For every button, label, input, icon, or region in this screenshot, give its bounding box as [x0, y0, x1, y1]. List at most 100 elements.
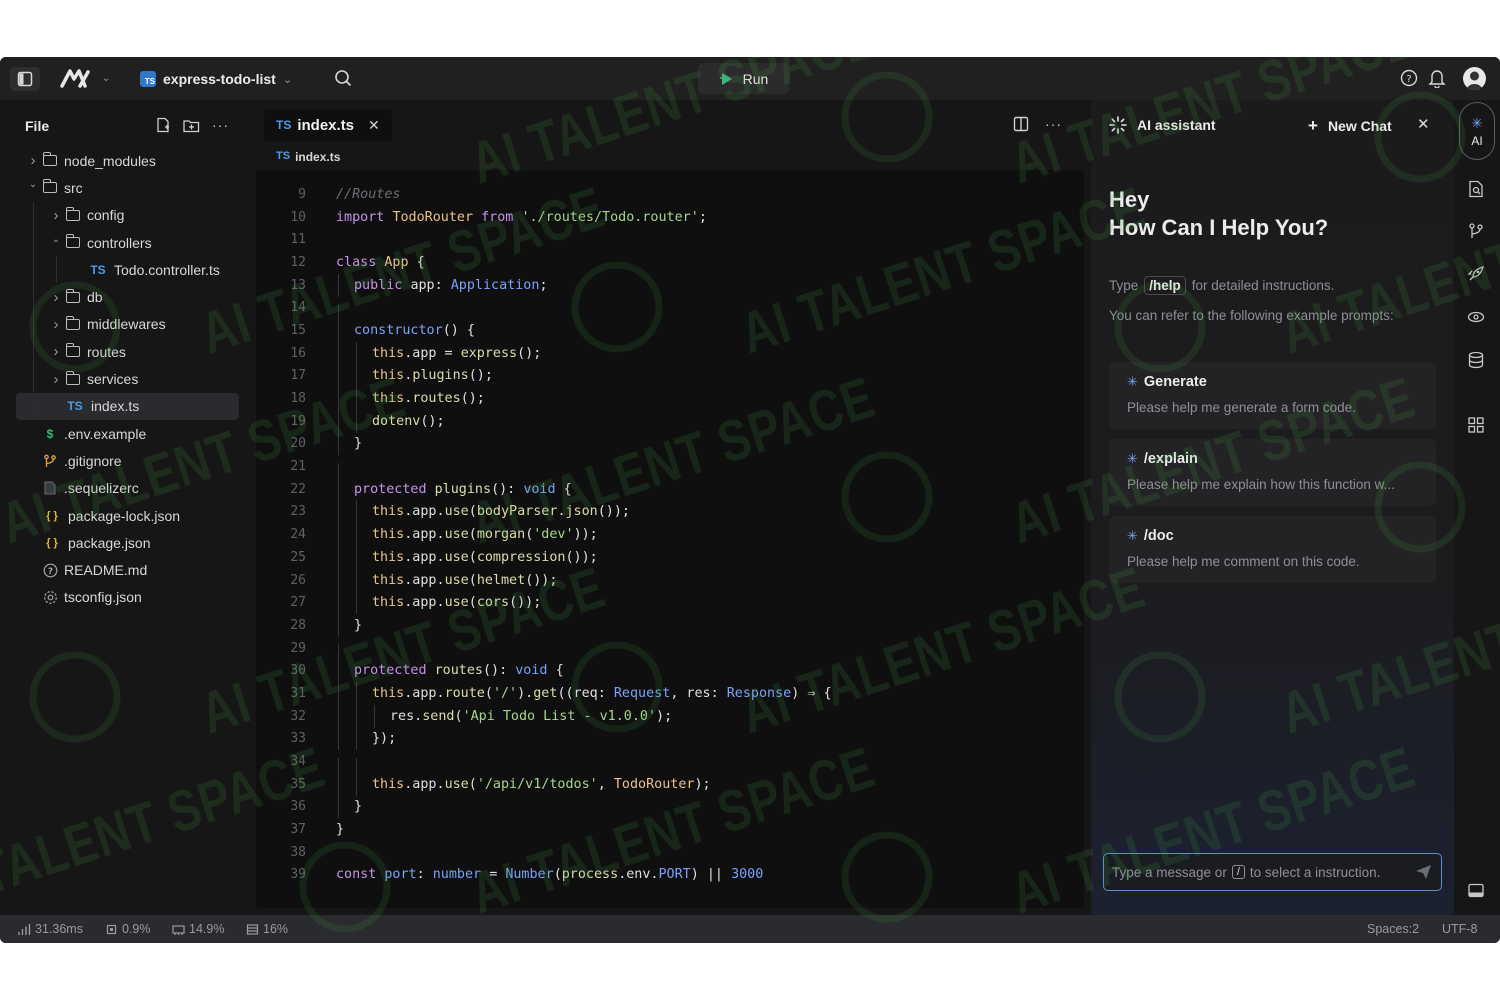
line-number: 18: [290, 391, 306, 407]
prompt-card-explain[interactable]: ✳ /explain Please help me explain how th…: [1109, 439, 1436, 506]
preview-icon[interactable]: [1467, 308, 1485, 331]
code-token: (: [468, 595, 477, 611]
code-token: () {: [442, 322, 475, 338]
search-icon[interactable]: [334, 69, 352, 87]
svg-text:?: ?: [47, 567, 52, 577]
close-icon[interactable]: ✕: [1417, 115, 1430, 133]
code-area[interactable]: 9//Routes 10 import TodoRouter from './rou…: [256, 183, 1084, 886]
encoding-status[interactable]: UTF-8: [1442, 922, 1477, 936]
rocket-icon[interactable]: [1467, 265, 1485, 288]
code-token: public: [354, 277, 411, 293]
sidebar-toggle-icon[interactable]: [10, 67, 40, 91]
prompt-card-generate[interactable]: ✳ Generate Please help me generate a for…: [1109, 362, 1436, 429]
file-tree-item[interactable]: { } package-lock.json: [16, 502, 239, 529]
ai-rail-button[interactable]: ✳ AI: [1459, 102, 1495, 160]
code-token: {: [416, 254, 425, 270]
new-file-icon[interactable]: [155, 117, 171, 133]
chevron-right-icon: ›: [53, 343, 59, 361]
code-line: 25 this.app.use(compression());: [256, 545, 1084, 569]
code-token: }: [354, 617, 363, 633]
more-icon[interactable]: ···: [1045, 116, 1062, 132]
bell-icon[interactable]: [1428, 68, 1446, 88]
code-line: 28}: [256, 613, 1084, 637]
indent-guide: [356, 545, 357, 569]
indent-status[interactable]: Spaces:2: [1367, 922, 1419, 936]
tab-index-ts[interactable]: TS index.ts ✕: [264, 109, 392, 141]
file-tree-item[interactable]: › middlewares: [16, 310, 239, 338]
project-selector[interactable]: TS express-todo-list ⌄: [140, 68, 292, 90]
chevron-down-icon: ⌄: [51, 234, 61, 246]
file-tree-item[interactable]: .sequelizerc: [16, 475, 239, 502]
code-text: this.app.route('/').get((req: Request, r…: [306, 681, 832, 705]
code-token: );: [656, 708, 673, 724]
code-token: , res:: [670, 685, 727, 701]
code-line: 30 protected routes(): void {: [256, 659, 1084, 683]
app-logo-menu[interactable]: ⌄: [60, 68, 110, 88]
code-token: ) ||: [690, 867, 732, 883]
code-token: json: [565, 504, 598, 520]
indent-guide: [338, 523, 339, 547]
file-tree-item[interactable]: › services: [16, 365, 239, 393]
line-number: 22: [290, 481, 306, 497]
typescript-icon: TS: [140, 71, 156, 87]
code-token: App: [384, 254, 417, 270]
file-tree-item[interactable]: $ .env.example: [16, 420, 239, 447]
send-icon[interactable]: [1415, 864, 1432, 883]
file-tree-item[interactable]: ? README.md: [16, 556, 239, 583]
indent-guide: [374, 704, 375, 728]
database-icon[interactable]: [1467, 351, 1485, 374]
disk-icon: [246, 923, 259, 935]
new-chat-button[interactable]: + New Chat: [1308, 116, 1392, 136]
code-token: .app.: [404, 685, 445, 701]
file-tree-item[interactable]: TS index.ts: [16, 392, 239, 420]
prompt-card-doc[interactable]: ✳ /doc Please help me comment on this co…: [1109, 516, 1436, 583]
chevron-right-icon: ›: [53, 370, 59, 388]
run-button[interactable]: Run: [698, 63, 789, 94]
project-name: express-todo-list: [163, 71, 276, 87]
new-folder-icon[interactable]: [183, 117, 200, 133]
panel-toggle-icon[interactable]: [1467, 882, 1485, 905]
file-tree-item[interactable]: ⌄ src: [16, 174, 239, 201]
file-tree-item[interactable]: › node_modules: [16, 147, 239, 174]
file-tree-item[interactable]: › routes: [16, 338, 239, 366]
avatar[interactable]: [1463, 67, 1486, 90]
chat-input[interactable]: Type a message or / to select a instruct…: [1103, 853, 1442, 891]
file-tree-item[interactable]: › db: [16, 283, 239, 311]
file-explorer: File ··· › node_modules ⌄ src › config ⌄ contro…: [0, 100, 254, 915]
code-token: .: [557, 504, 566, 520]
help-command-chip[interactable]: /help: [1144, 276, 1186, 295]
file-tree-item[interactable]: { } package.json: [16, 529, 239, 556]
chevron-right-icon: ›: [53, 206, 59, 224]
help-suffix: for detailed instructions.: [1191, 278, 1335, 293]
code-token: this: [372, 391, 405, 407]
code-line: 31 this.app.route('/').get((req: Request,…: [256, 681, 1084, 705]
code-token: protected: [354, 481, 435, 497]
code-token: PORT: [658, 867, 691, 883]
file-search-icon[interactable]: [1467, 180, 1485, 203]
code-token: .app.: [404, 572, 445, 588]
file-tree-item[interactable]: tsconfig.json: [16, 584, 239, 611]
code-line: 9 //Routes: [256, 183, 1084, 206]
close-icon[interactable]: ✕: [368, 117, 380, 134]
git-branch-icon[interactable]: [1467, 222, 1485, 245]
memory-status: 14.9%: [172, 922, 224, 936]
code-token: (: [468, 776, 477, 792]
more-icon[interactable]: ···: [212, 117, 229, 133]
breadcrumb[interactable]: TS index.ts: [276, 150, 340, 164]
code-token: (: [553, 867, 562, 883]
code-text: res.send('Api Todo List - v1.0.0');: [306, 704, 673, 728]
file-tree-item[interactable]: TS Todo.controller.ts: [16, 256, 239, 284]
file-tree-item[interactable]: ⌄ controllers: [16, 228, 239, 256]
code-token: ());: [597, 504, 630, 520]
file-tree-item[interactable]: › config: [16, 201, 239, 229]
file-tree-item[interactable]: .gitignore: [16, 447, 239, 474]
latency-status: 31.36ms: [18, 922, 83, 936]
code-token: 3000: [731, 867, 764, 883]
code-token: use: [444, 549, 469, 565]
indent-guide: [356, 681, 357, 705]
split-editor-icon[interactable]: [1013, 116, 1029, 132]
extensions-grid-icon[interactable]: [1467, 416, 1485, 439]
help-icon[interactable]: ?: [1400, 69, 1418, 87]
line-number: 12: [290, 254, 306, 270]
chevron-down-icon: ⌄: [28, 179, 38, 191]
